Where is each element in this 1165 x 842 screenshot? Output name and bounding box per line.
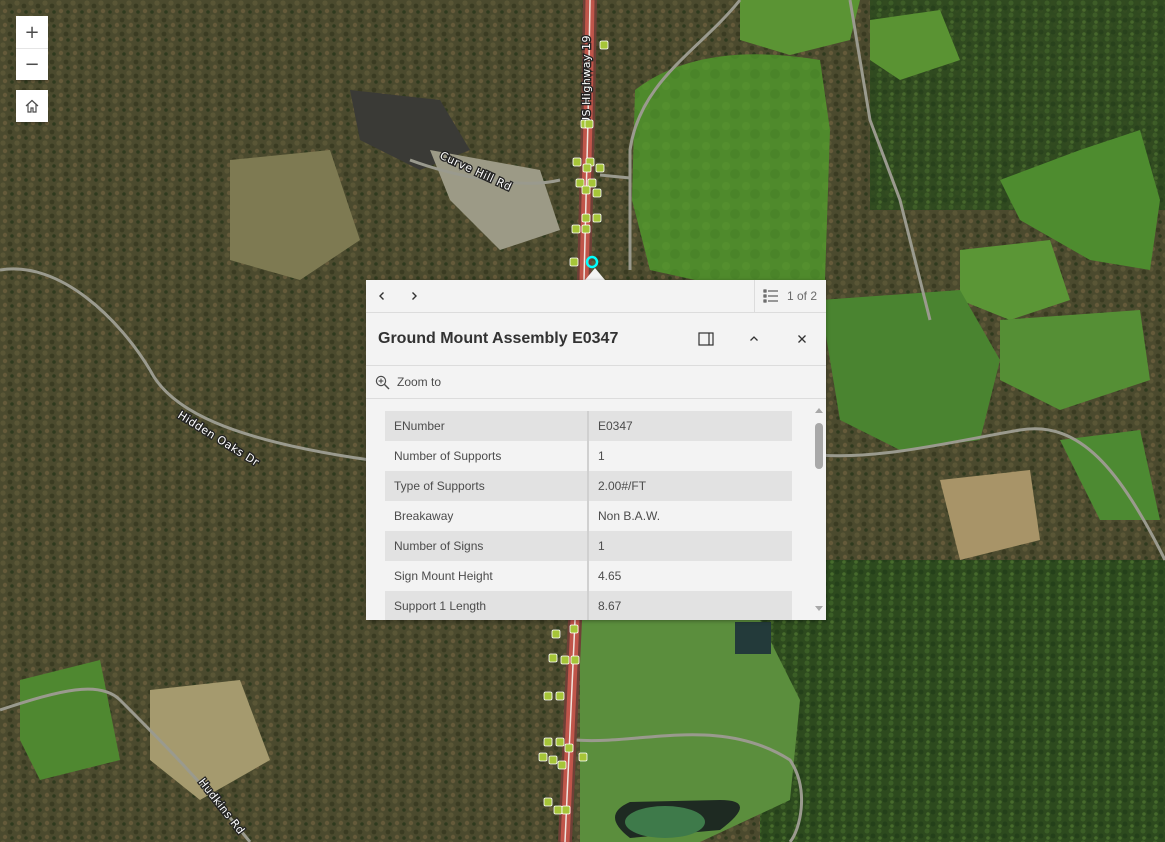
chevron-right-icon: [412, 292, 417, 300]
popup-content[interactable]: ENumber E0347 Number of Supports 1 Type …: [366, 399, 826, 620]
table-row: Sign Mount Height 4.65: [385, 561, 792, 591]
field-value: 1: [588, 441, 792, 471]
sign-marker[interactable]: [553, 805, 563, 815]
next-feature-button[interactable]: [398, 280, 430, 312]
sign-marker[interactable]: [548, 653, 558, 663]
sign-marker[interactable]: [592, 213, 602, 223]
sign-marker[interactable]: [551, 629, 561, 639]
home-button[interactable]: [16, 90, 48, 122]
popup-header: Ground Mount Assembly E0347: [366, 313, 826, 366]
field-name: Sign Mount Height: [385, 561, 589, 591]
sign-marker[interactable]: [569, 624, 579, 634]
popup-navigation: 1 of 2: [366, 280, 826, 313]
minus-icon: −: [24, 54, 40, 75]
zoom-in-button[interactable]: +: [16, 16, 48, 48]
sign-marker[interactable]: [572, 157, 582, 167]
plus-icon: +: [24, 21, 40, 43]
sign-marker[interactable]: [571, 224, 581, 234]
zoom-to-icon: [375, 375, 390, 389]
sign-marker[interactable]: [557, 760, 567, 770]
table-row: Support 1 Length 8.67: [385, 591, 792, 620]
field-value: 8.67: [588, 591, 792, 620]
sign-marker[interactable]: [592, 188, 602, 198]
popup-actions: Zoom to: [366, 366, 826, 399]
dock-icon: [698, 332, 714, 346]
home-icon: [25, 99, 39, 113]
popup-title: Ground Mount Assembly E0347: [378, 330, 619, 347]
sign-marker[interactable]: [584, 119, 594, 129]
sign-marker[interactable]: [543, 737, 553, 747]
sign-marker[interactable]: [548, 755, 558, 765]
chevron-left-icon: [379, 292, 384, 300]
table-row: Number of Signs 1: [385, 531, 792, 561]
close-icon: [798, 335, 806, 343]
dock-button[interactable]: [690, 323, 722, 355]
feature-popup: 1 of 2 Ground Mount Assembly E0347 Zoom …: [366, 280, 826, 620]
field-name: Breakaway: [385, 501, 589, 531]
sign-marker[interactable]: [560, 655, 570, 665]
sign-marker[interactable]: [578, 752, 588, 762]
previous-feature-button[interactable]: [366, 280, 398, 312]
zoom-to-button[interactable]: Zoom to: [375, 375, 441, 390]
sign-marker[interactable]: [570, 655, 580, 665]
attribute-table: ENumber E0347 Number of Supports 1 Type …: [385, 411, 792, 620]
field-value: E0347: [588, 411, 792, 441]
zoom-control: + −: [16, 16, 48, 80]
sign-marker[interactable]: [543, 797, 553, 807]
field-name: Number of Signs: [385, 531, 589, 561]
road-label-us-highway-19: US Highway 19: [580, 35, 593, 125]
table-row: Breakaway Non B.A.W.: [385, 501, 792, 531]
sign-marker[interactable]: [581, 213, 591, 223]
field-value: 2.00#/FT: [588, 471, 792, 501]
close-button[interactable]: [786, 323, 818, 355]
zoom-to-label: Zoom to: [397, 375, 442, 389]
sign-marker[interactable]: [599, 40, 609, 50]
popup-scrollbar[interactable]: [812, 399, 826, 620]
sign-marker[interactable]: [555, 737, 565, 747]
collapse-icon: [750, 336, 758, 341]
sign-marker[interactable]: [543, 691, 553, 701]
sign-marker[interactable]: [569, 257, 579, 267]
field-value: Non B.A.W.: [588, 501, 792, 531]
table-row: ENumber E0347: [385, 411, 792, 441]
field-name: Number of Supports: [385, 441, 589, 471]
sign-marker[interactable]: [582, 163, 592, 173]
scroll-thumb[interactable]: [815, 423, 823, 469]
feature-count: 1 of 2: [787, 289, 818, 303]
scroll-up-arrow[interactable]: [815, 408, 823, 413]
sign-marker[interactable]: [555, 691, 565, 701]
field-name: Type of Supports: [385, 471, 589, 501]
scroll-down-arrow[interactable]: [815, 606, 823, 611]
field-value: 1: [588, 531, 792, 561]
table-row: Number of Supports 1: [385, 441, 792, 471]
sign-marker[interactable]: [538, 752, 548, 762]
field-name: Support 1 Length: [385, 591, 589, 620]
field-name: ENumber: [385, 411, 589, 441]
popup-pointer: [585, 268, 605, 280]
zoom-out-button[interactable]: −: [16, 48, 48, 80]
sign-marker[interactable]: [561, 805, 571, 815]
table-row: Type of Supports 2.00#/FT: [385, 471, 792, 501]
sign-marker[interactable]: [595, 163, 605, 173]
feature-menu-button[interactable]: 1 of 2: [754, 280, 826, 312]
collapse-button[interactable]: [738, 323, 770, 355]
list-icon: [763, 289, 778, 303]
sign-marker[interactable]: [581, 185, 591, 195]
sign-marker[interactable]: [564, 743, 574, 753]
sign-marker[interactable]: [581, 224, 591, 234]
field-value: 4.65: [588, 561, 792, 591]
